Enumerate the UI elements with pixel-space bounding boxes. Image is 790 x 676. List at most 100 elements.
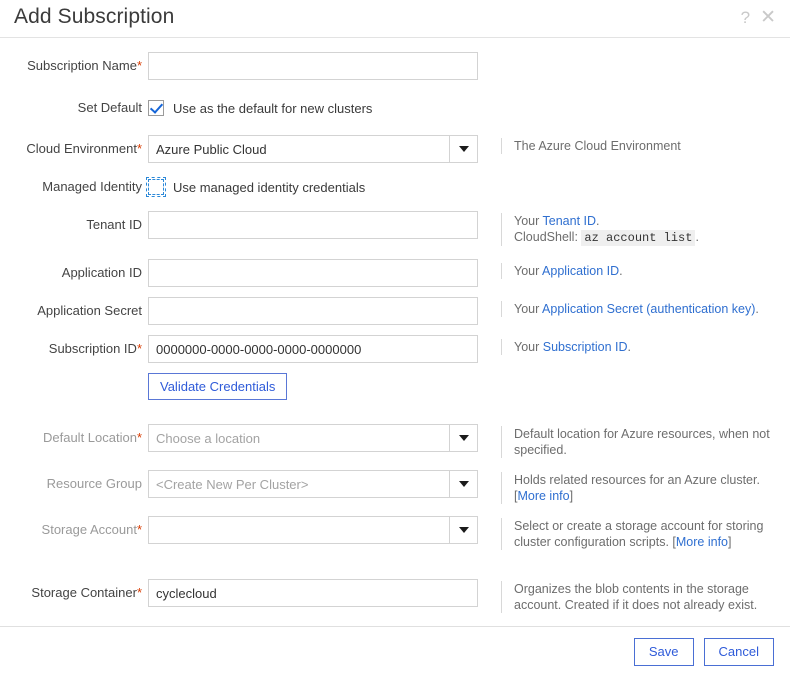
application-secret-label: Application Secret (37, 303, 142, 318)
subscription-id-help: Your Subscription ID. (501, 339, 781, 355)
storage-container-help: Organizes the blob contents in the stora… (501, 581, 781, 613)
managed-identity-checkbox-wrap[interactable]: Use managed identity credentials (146, 173, 480, 201)
save-button[interactable]: Save (633, 637, 694, 666)
managed-identity-control: Use managed identity credentials (146, 173, 480, 201)
row-managed-identity: Managed Identity Use managed identity cr… (0, 173, 790, 201)
subscription-id-input[interactable] (148, 335, 478, 363)
bracket-close: ] (569, 489, 574, 503)
cloud-environment-value: Azure Public Cloud (156, 141, 267, 157)
chevron-down-icon[interactable] (449, 517, 477, 543)
subscription-id-help-suffix: . (627, 340, 631, 354)
cloud-environment-control: Azure Public Cloud (148, 135, 480, 163)
application-id-control (148, 259, 480, 287)
required-asterisk: * (136, 58, 142, 73)
default-location-control: Choose a location (148, 424, 480, 452)
tenant-id-control (148, 211, 480, 239)
set-default-checkbox-wrap[interactable]: Use as the default for new clusters (148, 94, 480, 122)
required-asterisk: * (136, 141, 142, 156)
page-title: Add Subscription (14, 5, 175, 28)
application-secret-help: Your Application Secret (authentication … (501, 301, 781, 317)
application-id-help-prefix: Your (514, 264, 543, 278)
tenant-id-label: Tenant ID (86, 217, 142, 232)
application-id-label: Application ID (61, 265, 142, 280)
tenant-id-link[interactable]: Tenant ID (543, 214, 597, 228)
row-application-id: Application ID Your Application ID. (0, 259, 790, 287)
storage-account-label-text: Storage Account (41, 522, 137, 537)
application-secret-help-suffix: . (755, 302, 759, 316)
storage-container-label: Storage Container* (0, 579, 148, 601)
application-secret-link[interactable]: Application Secret (authentication key) (542, 302, 755, 316)
cloudshell-command: az account list (581, 230, 696, 246)
subscription-name-control (148, 52, 480, 80)
application-secret-help-prefix: Your (514, 302, 543, 316)
default-location-label-text: Default Location (42, 430, 137, 445)
close-icon[interactable]: ✕ (760, 8, 776, 27)
validate-spacer (0, 373, 148, 379)
row-subscription-name: Subscription Name* (0, 52, 790, 80)
tenant-id-help: Your Tenant ID. CloudShell: az account l… (501, 213, 781, 246)
storage-container-input[interactable] (148, 579, 478, 607)
subscription-id-help-prefix: Your (514, 340, 543, 354)
dialog-header: Add Subscription ? ✕ (0, 0, 790, 38)
resource-group-control: <Create New Per Cluster> (148, 470, 480, 498)
resource-group-value: <Create New Per Cluster> (156, 476, 309, 492)
application-id-link[interactable]: Application ID (542, 264, 619, 278)
application-id-help-suffix: . (619, 264, 623, 278)
tenant-id-help-suffix: . (596, 214, 600, 228)
required-asterisk: * (136, 522, 142, 537)
chevron-down-icon[interactable] (449, 471, 477, 497)
cloud-environment-help: The Azure Cloud Environment (501, 138, 781, 154)
application-id-help: Your Application ID. (501, 263, 781, 279)
resource-group-select[interactable]: <Create New Per Cluster> (148, 470, 478, 498)
chevron-down-icon[interactable] (449, 136, 477, 162)
row-default-location: Default Location* Choose a location Defa… (0, 424, 790, 458)
default-location-label: Default Location* (0, 424, 148, 446)
resource-group-label: Resource Group (46, 476, 142, 491)
required-asterisk: * (136, 341, 142, 356)
storage-account-more-info-link[interactable]: More info (676, 535, 728, 549)
cancel-button[interactable]: Cancel (703, 637, 774, 666)
validate-control: Validate Credentials (148, 373, 480, 400)
row-set-default: Set Default Use as the default for new c… (0, 94, 790, 122)
managed-identity-checkbox-label[interactable]: Use managed identity credentials (173, 180, 365, 195)
storage-account-label: Storage Account* (0, 516, 148, 538)
default-location-select[interactable]: Choose a location (148, 424, 478, 452)
dialog-body: Subscription Name* Set Default Use as th… (0, 38, 790, 626)
row-application-secret: Application Secret Your Application Secr… (0, 297, 790, 325)
required-asterisk: * (136, 430, 142, 445)
subscription-id-control (148, 335, 480, 363)
cloud-environment-select[interactable]: Azure Public Cloud (148, 135, 478, 163)
subscription-id-link[interactable]: Subscription ID (543, 340, 628, 354)
subscription-name-input[interactable] (148, 52, 478, 80)
tenant-id-input[interactable] (148, 211, 478, 239)
validate-credentials-button[interactable]: Validate Credentials (148, 373, 288, 400)
row-storage-account: Storage Account* Select or create a stor… (0, 516, 790, 550)
set-default-checkbox-label[interactable]: Use as the default for new clusters (173, 101, 372, 116)
application-secret-control (148, 297, 480, 325)
tenant-id-help-prefix: Your (514, 214, 543, 228)
row-tenant-id: Tenant ID Your Tenant ID. CloudShell: az… (0, 211, 790, 246)
set-default-label: Set Default (77, 100, 142, 115)
tenant-id-help-line1: Your Tenant ID. (514, 213, 781, 229)
resource-group-help: Holds related resources for an Azure clu… (501, 472, 781, 504)
storage-container-label-text: Storage Container (31, 585, 137, 600)
row-subscription-id: Subscription ID* Your Subscription ID. (0, 335, 790, 363)
subscription-name-label-text: Subscription Name (27, 58, 137, 73)
cloud-environment-label-text: Cloud Environment (26, 141, 137, 156)
set-default-control: Use as the default for new clusters (148, 94, 480, 122)
cloudshell-suffix: . (695, 230, 699, 244)
storage-account-control (148, 516, 480, 544)
managed-identity-checkbox[interactable] (146, 177, 166, 197)
storage-account-select[interactable] (148, 516, 478, 544)
set-default-checkbox[interactable] (148, 100, 164, 116)
storage-account-help: Select or create a storage account for s… (501, 518, 781, 550)
subscription-id-label: Subscription ID* (0, 335, 148, 357)
question-mark-icon[interactable]: ? (741, 9, 750, 26)
cloudshell-label: CloudShell: (514, 230, 582, 244)
chevron-down-icon[interactable] (449, 425, 477, 451)
dialog-footer: Save Cancel (0, 626, 790, 676)
storage-container-control (148, 579, 480, 607)
application-secret-input[interactable] (148, 297, 478, 325)
application-id-input[interactable] (148, 259, 478, 287)
resource-group-more-info-link[interactable]: More info (517, 489, 569, 503)
